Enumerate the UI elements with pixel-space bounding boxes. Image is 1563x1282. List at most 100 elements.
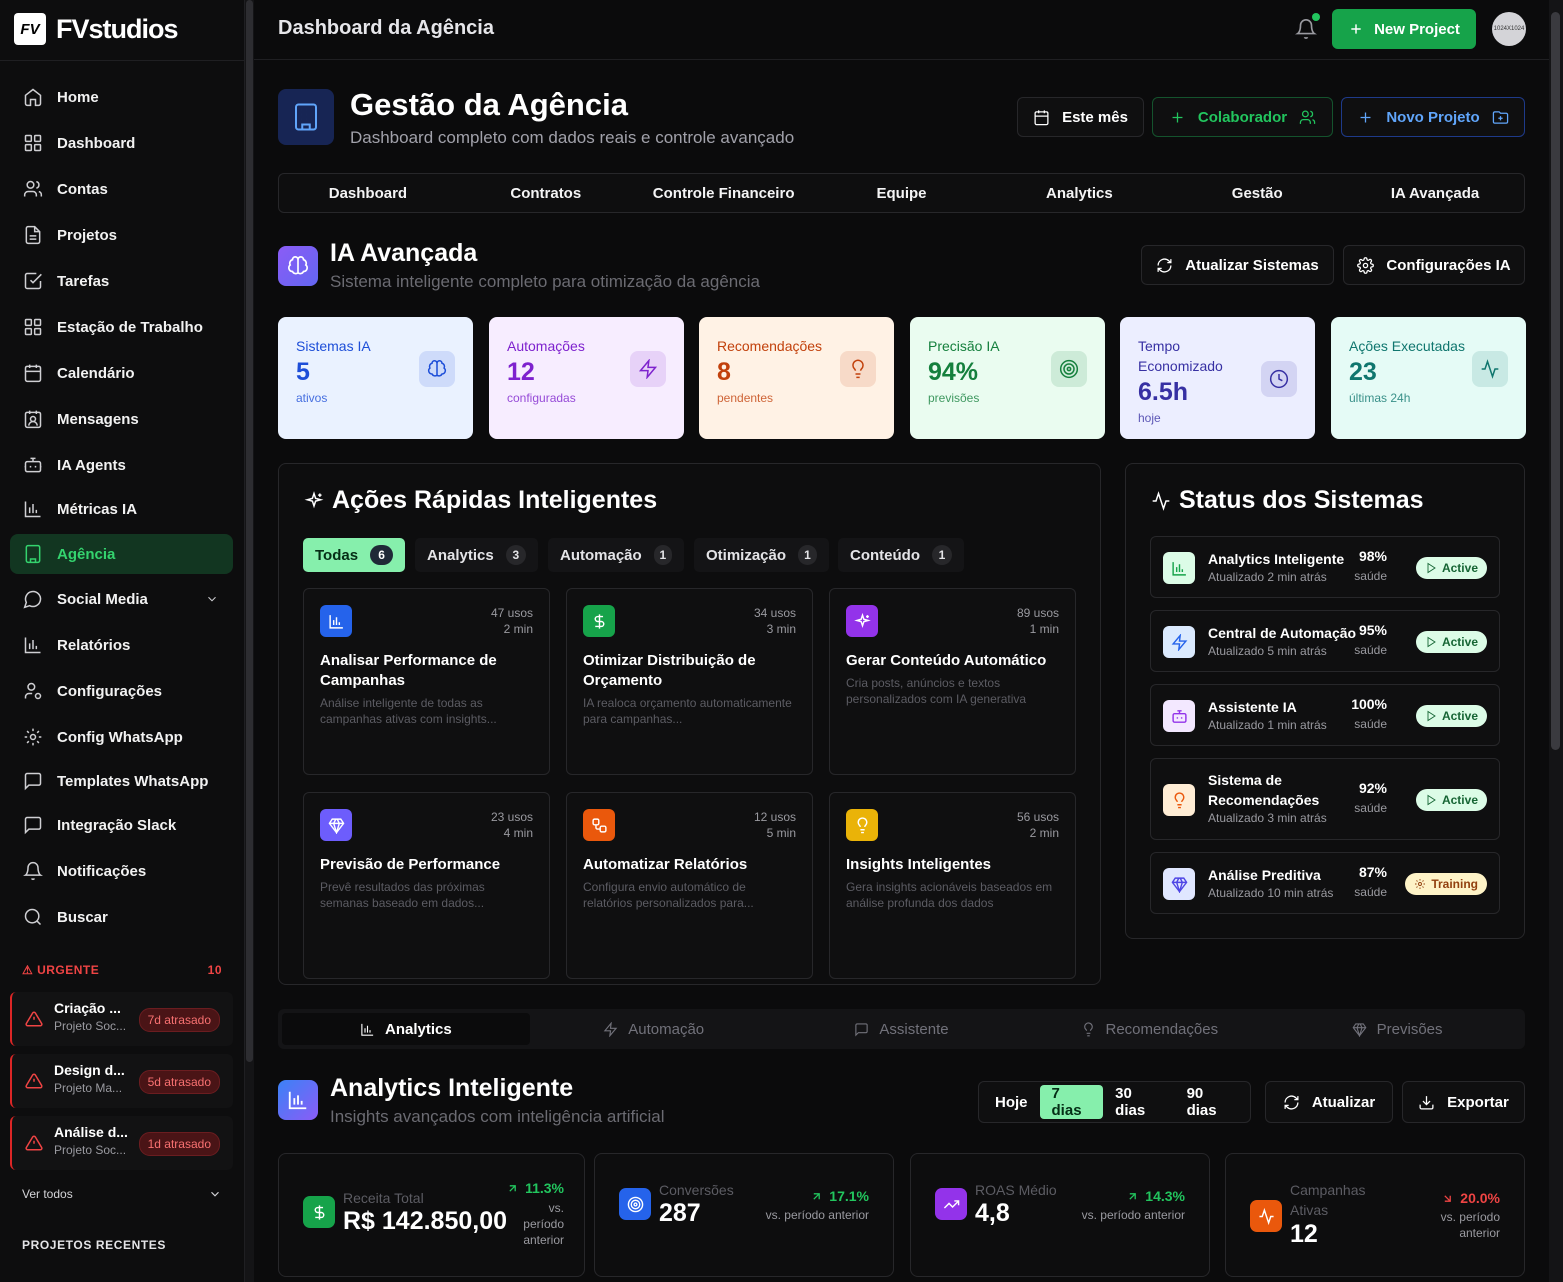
activity-icon [1258, 1207, 1274, 1225]
quick-action-card[interactable]: 34 usos 3 min Otimizar Distribuição de Or… [566, 588, 813, 775]
system-health-value: 87% [1358, 864, 1387, 880]
tab-assistente[interactable]: Assistente [778, 1013, 1026, 1045]
tab-previsoes[interactable]: Previsões [1273, 1013, 1521, 1045]
new-project-outline-button[interactable]: Novo Projeto [1341, 97, 1525, 137]
main-scrollbar[interactable] [1549, 0, 1563, 1282]
system-status-row[interactable]: Analytics Inteligente Atualizado 2 min a… [1150, 536, 1500, 598]
quick-action-card[interactable]: 12 usos 5 min Automatizar Relatórios Conf… [566, 792, 813, 979]
stat-card-acoes-executadas: Ações Executadas 23 últimas 24h [1331, 317, 1526, 439]
tab-equipe[interactable]: Equipe [813, 174, 991, 212]
period-month-button[interactable]: Este mês [1017, 97, 1144, 137]
sidebar-item-home[interactable]: Home [10, 77, 233, 117]
refresh-systems-button[interactable]: Atualizar Sistemas [1141, 245, 1334, 285]
sidebar-item-relatorios[interactable]: Relatórios [10, 625, 233, 665]
export-button[interactable]: Exportar [1402, 1081, 1525, 1123]
bell-icon[interactable] [1295, 18, 1317, 40]
gem-icon [1352, 1022, 1367, 1037]
tab-gestao[interactable]: Gestão [1168, 174, 1346, 212]
filter-chip-analytics[interactable]: Analytics 3 [415, 538, 538, 572]
system-status-row[interactable]: Análise Preditiva Atualizado 10 min atrá… [1150, 852, 1500, 914]
filter-chip-automacao[interactable]: Automação 1 [548, 538, 684, 572]
status-label: Active [1441, 709, 1478, 723]
sidebar-scrollbar[interactable] [245, 0, 254, 1282]
period-hoje[interactable]: Hoje [983, 1085, 1040, 1119]
alert-triangle-icon [25, 1073, 43, 1089]
activity-icon [1250, 1200, 1282, 1232]
usage-time: 5 min [766, 826, 796, 840]
quick-action-title: Analisar Performance de Campanhas [320, 652, 497, 689]
sidebar-item-tarefas[interactable]: Tarefas [10, 261, 233, 301]
sidebar-item-label: Social Media [57, 590, 148, 608]
tab-recomendacoes[interactable]: Recomendações [1025, 1013, 1273, 1045]
bot-icon [1171, 709, 1187, 723]
quick-action-card[interactable]: 56 usos 2 min Insights Inteligentes Gera … [829, 792, 1076, 979]
urgent-task-title: Design d... [54, 1062, 125, 1078]
grid-icon [24, 318, 42, 336]
quick-action-card[interactable]: 47 usos 2 min Analisar Performance de Cam… [303, 588, 550, 775]
avatar[interactable]: 1024X1024 [1492, 12, 1526, 46]
stat-label: Recomendações [717, 338, 823, 354]
tab-contratos[interactable]: Contratos [457, 174, 635, 212]
sidebar-item-metricas-ia[interactable]: Métricas IA [10, 489, 233, 529]
sidebar-item-agencia[interactable]: Agência [10, 534, 233, 574]
quick-action-desc: Prevê resultados das próximas semanas ba… [320, 880, 485, 910]
tab-automacao[interactable]: Automação [530, 1013, 778, 1045]
arrow-up-right-icon [1129, 1192, 1137, 1200]
system-status-row[interactable]: Sistema de Recomendações Atualizado 3 mi… [1150, 758, 1500, 840]
urgent-task-card[interactable]: Criação ... Projeto Soc... 7d atrasado [10, 992, 233, 1046]
kpi-value: 12 [1290, 1220, 1318, 1248]
analytics-subtitle: Insights avançados com inteligência arti… [330, 1107, 665, 1126]
sidebar-item-projetos[interactable]: Projetos [10, 215, 233, 255]
filter-chip-otimizacao[interactable]: Otimização 1 [694, 538, 829, 572]
new-project-button[interactable]: New Project [1332, 9, 1476, 49]
sidebar-item-calendario[interactable]: Calendário [10, 353, 233, 393]
tab-ia-avancada[interactable]: IA Avançada [1346, 174, 1524, 212]
sidebar-item-notificacoes[interactable]: Notificações [10, 851, 233, 891]
sidebar-item-templates-whatsapp[interactable]: Templates WhatsApp [10, 761, 233, 801]
see-all-button[interactable]: Ver todos [22, 1187, 222, 1201]
quick-action-title: Otimizar Distribuição de Orçamento [583, 652, 756, 689]
alert-triangle-icon [25, 1011, 43, 1027]
lightbulb-icon [857, 816, 867, 833]
period-30-dias[interactable]: 30 dias [1103, 1085, 1174, 1119]
tab-analytics[interactable]: Analytics [282, 1013, 530, 1045]
sidebar-item-config-whatsapp[interactable]: Config WhatsApp [10, 717, 233, 757]
urgent-task-card[interactable]: Análise d... Projeto Soc... 1d atrasado [10, 1116, 233, 1170]
urgent-title: ⚠ URGENTE [22, 963, 100, 977]
filter-label: Otimização [706, 546, 787, 564]
tab-dashboard[interactable]: Dashboard [279, 174, 457, 212]
sidebar-item-buscar[interactable]: Buscar [10, 897, 233, 937]
activity-icon [1472, 351, 1508, 387]
analytics-refresh-button[interactable]: Atualizar [1265, 1081, 1393, 1123]
sidebar-item-dashboard[interactable]: Dashboard [10, 123, 233, 163]
kpi-value: 287 [659, 1199, 701, 1227]
system-updated: Atualizado 2 min atrás [1208, 570, 1327, 584]
quick-action-card[interactable]: 89 usos 1 min Gerar Conteúdo Automático C… [829, 588, 1076, 775]
sidebar-item-mensagens[interactable]: Mensagens [10, 399, 233, 439]
kpi-card-roas-medio: ROAS Médio 4,8 14.3% vs. período anterio… [910, 1153, 1210, 1277]
quick-action-card[interactable]: 23 usos 4 min Previsão de Performance Pre… [303, 792, 550, 979]
sidebar-item-social-media[interactable]: Social Media [10, 579, 233, 619]
filter-chip-todas[interactable]: Todas 6 [303, 538, 405, 572]
urgent-task-card[interactable]: Design d... Projeto Ma... 5d atrasado [10, 1054, 233, 1108]
topbar-title: Dashboard da Agência [278, 17, 494, 39]
sidebar-item-estacao-de-trabalho[interactable]: Estação de Trabalho [10, 307, 233, 347]
logo[interactable]: FV FVstudios [14, 13, 179, 45]
ia-settings-button[interactable]: Configurações IA [1343, 245, 1525, 285]
kpi-change: 17.1% [810, 1188, 869, 1204]
period-90-dias[interactable]: 90 dias [1175, 1085, 1246, 1119]
sidebar-item-configuracoes[interactable]: Configurações [10, 671, 233, 711]
sidebar-item-ia-agents[interactable]: IA Agents [10, 445, 233, 485]
sidebar-item-label: Notificações [57, 862, 147, 880]
filter-chip-conteudo[interactable]: Conteúdo 1 [838, 538, 964, 572]
period-7-dias[interactable]: 7 dias [1039, 1085, 1104, 1119]
sidebar-item-integracao-slack[interactable]: Integração Slack [10, 805, 233, 845]
add-collaborator-button[interactable]: Colaborador [1152, 97, 1333, 137]
sidebar-item-contas[interactable]: Contas [10, 169, 233, 209]
tab-analytics[interactable]: Analytics [990, 174, 1168, 212]
system-status-row[interactable]: Assistente IA Atualizado 1 min atrás 100… [1150, 684, 1500, 746]
tab-controle-financeiro[interactable]: Controle Financeiro [635, 174, 813, 212]
system-status-row[interactable]: Central de Automação Atualizado 5 min at… [1150, 610, 1500, 672]
kpi-change: 11.3% [506, 1180, 564, 1196]
grid-icon [24, 134, 42, 152]
